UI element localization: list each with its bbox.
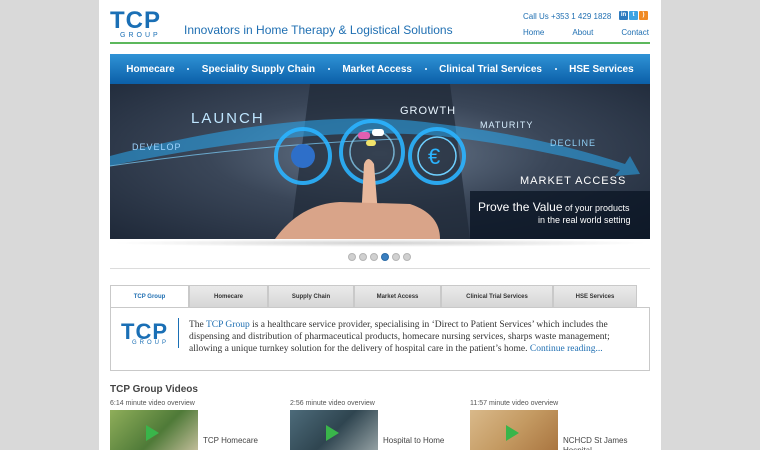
page: TCP GROUP Innovators in Home Therapy & L… (99, 0, 661, 450)
linkedin-icon[interactable]: in (619, 11, 628, 20)
nav-separator (424, 68, 427, 70)
video-title[interactable]: TCP Homecare (203, 436, 278, 446)
slider-dot[interactable] (348, 253, 356, 261)
video-title[interactable]: Hospital to Home (383, 436, 458, 446)
tab-homecare[interactable]: Homecare (189, 285, 268, 307)
slider-dots (348, 253, 411, 261)
slider-dot-active[interactable] (381, 253, 389, 261)
video-thumbnail[interactable] (470, 410, 558, 450)
svg-text:€: € (428, 144, 440, 169)
video-length: 2:56 minute video overview (290, 400, 375, 407)
tab-hse-services[interactable]: HSE Services (553, 285, 637, 307)
tab-market-access[interactable]: Market Access (354, 285, 441, 307)
videos-heading: TCP Group Videos (110, 384, 198, 395)
banner-caption-line2: in the real world setting (538, 215, 631, 225)
twitter-icon[interactable]: t (629, 11, 638, 20)
link-contact[interactable]: Contact (621, 28, 649, 37)
nav-clinical-trial-services[interactable]: Clinical Trial Services (439, 64, 542, 75)
slider-dot[interactable] (370, 253, 378, 261)
tab-tcp-group[interactable]: TCP Group (110, 285, 189, 308)
panel-description: The TCP Group is a healthcare service pr… (189, 319, 644, 355)
banner-shadow (110, 239, 650, 247)
banner-growth-label: GROWTH (400, 105, 457, 117)
caption-prefix: Prove the Value (478, 200, 563, 214)
video-item: 2:56 minute video overview Hospital to H… (290, 400, 460, 450)
tab-supply-chain[interactable]: Supply Chain (268, 285, 354, 307)
nav-homecare[interactable]: Homecare (126, 64, 174, 75)
video-title[interactable]: NCHCD St James Hospital (563, 436, 638, 450)
tcp-logo[interactable]: TCP GROUP (110, 7, 170, 40)
phone-number[interactable]: +353 1 429 1828 (551, 12, 611, 21)
link-home[interactable]: Home (523, 28, 544, 37)
banner-decline-label: DECLINE (550, 138, 597, 148)
social-icons: in t ) (619, 11, 648, 20)
tab-panel: TCP GROUP The TCP Group is a healthcare … (110, 307, 650, 371)
top-links: Home About Contact (523, 28, 649, 37)
play-icon[interactable] (506, 425, 519, 441)
nav-market-access[interactable]: Market Access (342, 64, 412, 75)
video-thumbnail[interactable] (290, 410, 378, 450)
panel-logo: TCP GROUP (121, 319, 181, 349)
video-length: 11:57 minute video overview (470, 400, 559, 407)
slider-dot[interactable] (392, 253, 400, 261)
slider-dot[interactable] (359, 253, 367, 261)
play-icon[interactable] (146, 425, 159, 441)
banner-maturity-label: MATURITY (480, 120, 534, 130)
nav-separator (554, 68, 557, 70)
tcp-group-link[interactable]: TCP Group (206, 320, 250, 330)
tab-clinical-trial-services[interactable]: Clinical Trial Services (441, 285, 553, 307)
video-item: 11:57 minute video overview NCHCD St Jam… (470, 400, 640, 450)
link-about[interactable]: About (572, 28, 593, 37)
call-label: Call Us (523, 12, 549, 21)
banner-launch-label: LAUNCH (191, 110, 265, 127)
nav-speciality-supply-chain[interactable]: Speciality Supply Chain (202, 64, 315, 75)
main-nav: Homecare Speciality Supply Chain Market … (110, 54, 650, 84)
logo-text: TCP (110, 7, 161, 34)
panel-logo-subtext: GROUP (132, 340, 170, 346)
banner-market-access-label: MARKET ACCESS (520, 175, 627, 187)
section-divider (110, 268, 650, 269)
header-divider (110, 42, 650, 44)
panel-logo-divider (178, 318, 179, 348)
hero-banner[interactable]: € LAUNCH DEVELOP GROWTH MATURITY DECLINE… (110, 84, 650, 239)
video-thumbnail[interactable] (110, 410, 198, 450)
panel-text-before: The (189, 320, 206, 330)
continue-reading-link[interactable]: Continue reading... (530, 344, 603, 354)
video-item: 6:14 minute video overview TCP Homecare (110, 400, 280, 450)
play-icon[interactable] (326, 425, 339, 441)
nav-separator (327, 68, 330, 70)
tagline: Innovators in Home Therapy & Logistical … (184, 23, 453, 37)
video-length: 6:14 minute video overview (110, 400, 195, 407)
nav-separator (187, 68, 190, 70)
rss-icon[interactable]: ) (639, 11, 648, 20)
banner-develop-label: DEVELOP (132, 142, 182, 152)
logo-subtext: GROUP (120, 32, 161, 39)
banner-caption-line1: Prove the Value of your products (478, 200, 630, 214)
caption-suffix: of your products (562, 203, 630, 213)
nav-hse-services[interactable]: HSE Services (569, 64, 634, 75)
call-us: Call Us +353 1 429 1828 (523, 12, 611, 21)
content-tabs: TCP Group Homecare Supply Chain Market A… (110, 285, 637, 308)
slider-dot[interactable] (403, 253, 411, 261)
